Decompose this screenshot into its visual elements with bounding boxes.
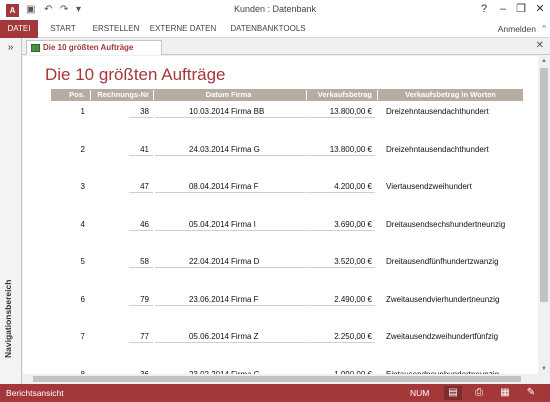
row-underline xyxy=(129,267,153,268)
expand-nav-icon[interactable]: » xyxy=(0,42,21,53)
row-underline xyxy=(231,342,306,343)
cell-pos: 4 xyxy=(80,219,85,229)
row-underline xyxy=(155,154,231,156)
cell-pos: 5 xyxy=(80,257,85,266)
window-title: Kunden : Datenbank xyxy=(233,4,317,14)
row-underline xyxy=(155,267,231,268)
minimize-button[interactable]: – xyxy=(496,2,510,16)
cell-pos: 1 xyxy=(80,107,85,116)
row-underline xyxy=(307,192,375,193)
row-underline xyxy=(155,117,231,118)
row-underline xyxy=(155,192,231,193)
tab-start[interactable]: START xyxy=(44,20,82,38)
vertical-scroll-thumb[interactable] xyxy=(540,68,548,302)
tab-datenbanktools[interactable]: DATENBANKTOOLS xyxy=(226,20,310,38)
row-underline xyxy=(129,117,153,118)
cell-verkaufsbetrag-in-worten: Dreitausendsechshundertneunzig xyxy=(386,219,506,229)
close-document-icon[interactable]: ✕ xyxy=(536,40,544,51)
navigation-pane[interactable]: » Navigationsbereich xyxy=(0,38,22,384)
header-separator xyxy=(153,90,154,100)
row-underline xyxy=(307,154,375,156)
help-button[interactable]: ? xyxy=(477,2,491,16)
document-tab[interactable]: Die 10 größten Aufträge xyxy=(26,40,162,55)
restore-button[interactable]: ❐ xyxy=(514,2,528,16)
row-underline xyxy=(231,267,306,268)
column-header-verkaufsbetrag-in-worten: Verkaufsbetrag in Worten xyxy=(405,90,496,99)
collapse-ribbon-icon[interactable]: ^ xyxy=(542,20,546,38)
row-underline xyxy=(155,304,231,306)
navigation-pane-label[interactable]: Navigationsbereich xyxy=(3,238,13,358)
row-underline xyxy=(307,267,375,268)
title-bar: A ▣ ↶ ↷ ▾ Kunden : Datenbank ? – ❐ ✕ xyxy=(0,0,550,20)
tab-erstellen[interactable]: ERSTELLEN xyxy=(88,20,144,38)
print-preview-icon[interactable]: ⎙ xyxy=(470,386,488,400)
close-button[interactable]: ✕ xyxy=(533,2,547,16)
cell-pos: 2 xyxy=(80,144,85,154)
row-underline xyxy=(307,342,375,343)
status-bar: Berichtsansicht NUM ▤ ⎙ ▦ ✎ xyxy=(0,384,550,402)
row-underline xyxy=(231,229,306,231)
design-view-icon[interactable]: ✎ xyxy=(522,386,540,400)
column-header-verkaufsbetrag: Verkaufsbetrag xyxy=(317,90,372,99)
cell-verkaufsbetrag-in-worten: Dreizehntausendachthundert xyxy=(386,144,489,154)
row-underline xyxy=(155,342,231,343)
row-underline xyxy=(129,154,153,156)
column-header-pos: Pos. xyxy=(69,90,85,99)
row-underline xyxy=(155,229,231,231)
table-row: 7 77 05.06.2014 Firma Z 2.250,00 € Zweitausen… xyxy=(51,331,523,343)
report-icon xyxy=(31,44,40,52)
cell-verkaufsbetrag-in-worten: Zweitausendzweihundertfünfzig xyxy=(386,332,499,341)
report-view: Die 10 größten Aufträge Pos. Rechnungs-N… xyxy=(23,56,538,374)
cell-pos: 3 xyxy=(80,182,85,191)
column-header-datum: Datum xyxy=(205,90,229,99)
cell-pos: 6 xyxy=(80,294,85,304)
row-underline xyxy=(129,229,153,231)
row-underline xyxy=(307,304,375,306)
report-header-band: Pos. Rechnungs-Nr Datum Firma Verkaufsbe… xyxy=(51,89,523,101)
ribbon-tabs: DATEI START ERSTELLEN EXTERNE DATEN DATE… xyxy=(0,20,550,38)
row-underline xyxy=(129,192,153,193)
table-row: 6 79 23.06.2014 Firma F 2.490,00 € Zweitausen… xyxy=(51,294,523,306)
row-underline xyxy=(231,154,306,156)
document-tab-bar: Die 10 größten Aufträge ✕ xyxy=(22,38,550,55)
status-num-lock: NUM xyxy=(410,388,430,398)
table-row: 5 58 22.04.2014 Firma D 3.520,00 € Dreitausen… xyxy=(51,256,523,268)
row-underline xyxy=(307,117,375,118)
scroll-down-icon[interactable]: ▼ xyxy=(538,364,550,374)
table-row: 1 38 10.03.2014 Firma BB 13.800,00 € Dreizehn… xyxy=(51,106,523,118)
report-view-icon[interactable]: ▤ xyxy=(444,386,462,400)
row-underline xyxy=(231,117,306,118)
column-header-rechnungs-nr: Rechnungs-Nr xyxy=(97,90,149,99)
horizontal-scroll-thumb[interactable] xyxy=(33,376,521,382)
row-underline xyxy=(231,304,306,306)
row-underline xyxy=(129,304,153,306)
layout-view-icon[interactable]: ▦ xyxy=(496,386,514,400)
table-row: 4 46 05.04.2014 Firma I 3.690,00 € Dreitausen… xyxy=(51,219,523,231)
status-view-label: Berichtsansicht xyxy=(6,388,64,398)
tab-externe-daten[interactable]: EXTERNE DATEN xyxy=(148,20,218,38)
document-tab-label: Die 10 größten Aufträge xyxy=(43,43,134,52)
vertical-scrollbar[interactable]: ▲ ▼ xyxy=(538,56,550,374)
table-row: 3 47 08.04.2014 Firma F 4.200,00 € Viertausen… xyxy=(51,181,523,193)
report-title: Die 10 größten Aufträge xyxy=(45,65,226,84)
scroll-up-icon[interactable]: ▲ xyxy=(538,56,550,66)
row-underline xyxy=(231,192,306,193)
cell-verkaufsbetrag-in-worten: Dreitausendfünfhundertzwanzig xyxy=(386,257,499,266)
cell-verkaufsbetrag-in-worten: Zweitausendvierhundertneunzig xyxy=(386,294,500,304)
login-link[interactable]: Anmelden xyxy=(498,20,536,38)
horizontal-scrollbar[interactable] xyxy=(23,374,538,384)
column-header-firma: Firma xyxy=(231,90,252,99)
cell-verkaufsbetrag-in-worten: Dreizehntausendachthundert xyxy=(386,107,489,116)
table-row: 2 41 24.03.2014 Firma G 13.800,00 € Dreizehnt… xyxy=(51,144,523,156)
cell-pos: 7 xyxy=(80,332,85,341)
row-underline xyxy=(307,229,375,231)
row-underline xyxy=(129,342,153,343)
tab-datei[interactable]: DATEI xyxy=(0,20,38,38)
cell-verkaufsbetrag-in-worten: Viertausendzweihundert xyxy=(386,182,472,191)
